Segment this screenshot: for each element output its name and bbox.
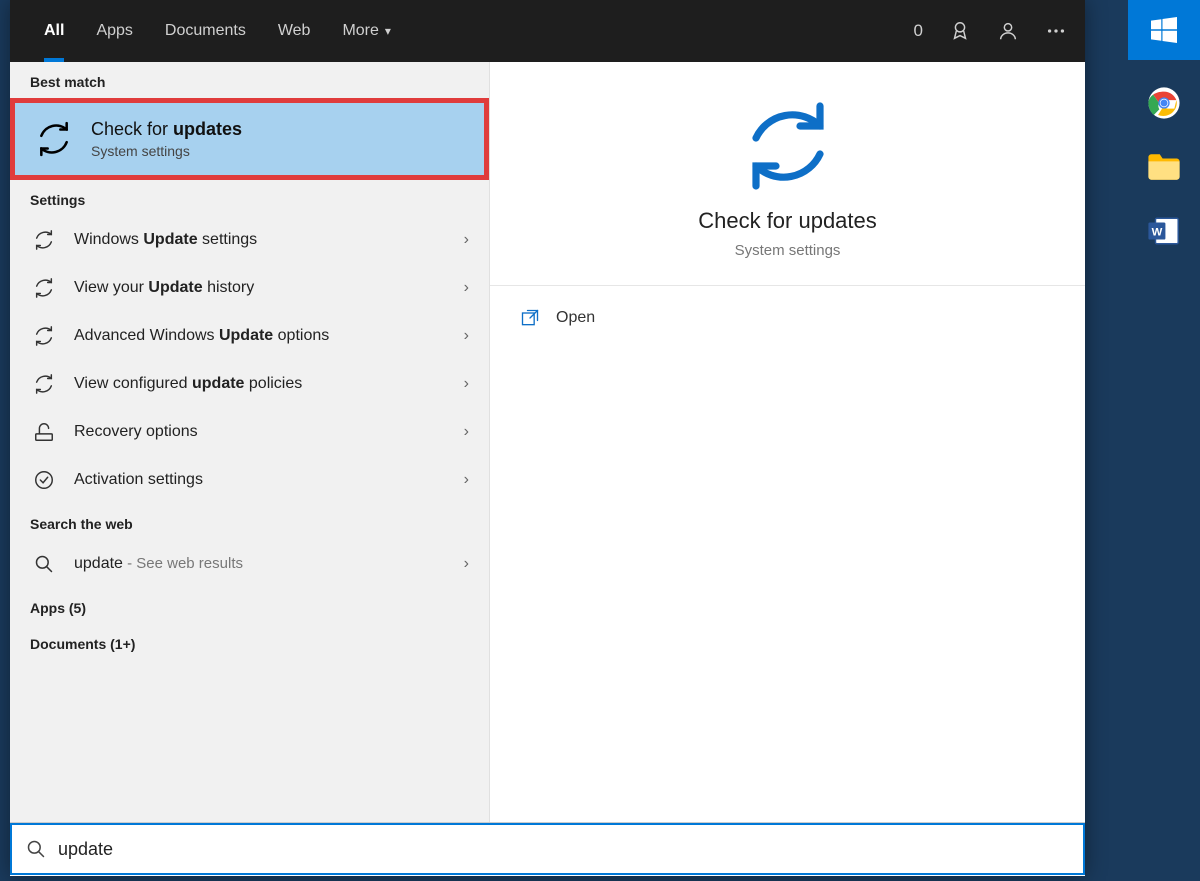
recovery-icon bbox=[30, 418, 58, 446]
best-match-subtitle: System settings bbox=[91, 143, 242, 159]
chevron-right-icon: › bbox=[464, 471, 469, 489]
tab-documents[interactable]: Documents bbox=[149, 0, 262, 62]
taskbar-app-word[interactable]: W bbox=[1143, 210, 1185, 252]
section-settings: Settings bbox=[10, 180, 489, 216]
more-options-icon[interactable] bbox=[1045, 20, 1067, 42]
account-icon[interactable] bbox=[997, 20, 1019, 42]
preview-pane: Check for updates System settings Open bbox=[490, 62, 1085, 822]
taskbar: W bbox=[1128, 0, 1200, 881]
tab-label: All bbox=[44, 22, 64, 40]
preview-action-label: Open bbox=[556, 309, 595, 327]
start-button[interactable] bbox=[1128, 0, 1200, 60]
refresh-icon bbox=[30, 370, 58, 398]
search-box[interactable] bbox=[10, 823, 1085, 875]
taskbar-app-chrome[interactable] bbox=[1143, 82, 1185, 124]
result-label: update - See web results bbox=[74, 555, 448, 573]
settings-result[interactable]: Windows Update settings › bbox=[10, 216, 489, 264]
check-circle-icon bbox=[30, 466, 58, 494]
preview-action-open[interactable]: Open bbox=[490, 286, 1085, 350]
search-icon bbox=[30, 550, 58, 578]
results-list: Best match Check for updates System sett… bbox=[10, 62, 490, 822]
settings-result[interactable]: Advanced Windows Update options › bbox=[10, 312, 489, 360]
refresh-icon bbox=[30, 226, 58, 254]
best-match-title: Check for updates bbox=[91, 119, 242, 140]
refresh-icon bbox=[30, 322, 58, 350]
search-panel: All Apps Documents Web More ▾ 0 Best matc… bbox=[10, 0, 1085, 876]
preview-title: Check for updates bbox=[490, 208, 1085, 234]
tab-all[interactable]: All bbox=[28, 0, 80, 62]
tab-label: Web bbox=[278, 22, 311, 40]
chevron-right-icon: › bbox=[464, 327, 469, 345]
search-box-container bbox=[10, 822, 1085, 876]
search-tabs: All Apps Documents Web More ▾ 0 bbox=[10, 0, 1085, 62]
settings-result[interactable]: Recovery options › bbox=[10, 408, 489, 456]
section-apps[interactable]: Apps (5) bbox=[10, 588, 489, 624]
result-label: Activation settings bbox=[74, 471, 448, 489]
result-label: Advanced Windows Update options bbox=[74, 327, 448, 345]
result-label: View your Update history bbox=[74, 279, 448, 297]
taskbar-app-explorer[interactable] bbox=[1143, 146, 1185, 188]
chrome-icon bbox=[1147, 86, 1181, 120]
refresh-icon bbox=[30, 274, 58, 302]
search-input[interactable] bbox=[58, 839, 1069, 860]
chevron-right-icon: › bbox=[464, 375, 469, 393]
result-label: Recovery options bbox=[74, 423, 448, 441]
web-result[interactable]: update - See web results › bbox=[10, 540, 489, 588]
preview-refresh-icon bbox=[740, 98, 836, 194]
chevron-right-icon: › bbox=[464, 423, 469, 441]
search-icon bbox=[26, 839, 46, 859]
tab-apps[interactable]: Apps bbox=[80, 0, 148, 62]
settings-result[interactable]: Activation settings › bbox=[10, 456, 489, 504]
word-icon: W bbox=[1147, 214, 1181, 248]
chevron-right-icon: › bbox=[464, 555, 469, 573]
tab-label: Apps bbox=[96, 22, 132, 40]
chevron-right-icon: › bbox=[464, 279, 469, 297]
chevron-down-icon: ▾ bbox=[385, 24, 391, 38]
settings-result[interactable]: View configured update policies › bbox=[10, 360, 489, 408]
section-web: Search the web bbox=[10, 504, 489, 540]
open-icon bbox=[520, 308, 540, 328]
svg-text:W: W bbox=[1152, 226, 1163, 238]
section-documents[interactable]: Documents (1+) bbox=[10, 624, 489, 660]
chevron-right-icon: › bbox=[464, 231, 469, 249]
tab-label: Documents bbox=[165, 22, 246, 40]
settings-result[interactable]: View your Update history › bbox=[10, 264, 489, 312]
result-label: Windows Update settings bbox=[74, 231, 448, 249]
preview-subtitle: System settings bbox=[490, 242, 1085, 259]
tab-label: More bbox=[342, 22, 378, 40]
tab-web[interactable]: Web bbox=[262, 0, 327, 62]
result-label: View configured update policies bbox=[74, 375, 448, 393]
best-match-result[interactable]: Check for updates System settings bbox=[10, 98, 489, 180]
rewards-score: 0 bbox=[914, 21, 923, 41]
windows-icon bbox=[1151, 17, 1177, 43]
rewards-badge-icon[interactable] bbox=[949, 20, 971, 42]
folder-icon bbox=[1147, 152, 1181, 182]
section-best-match: Best match bbox=[10, 62, 489, 98]
refresh-icon bbox=[35, 120, 73, 158]
tab-more[interactable]: More ▾ bbox=[326, 0, 406, 62]
